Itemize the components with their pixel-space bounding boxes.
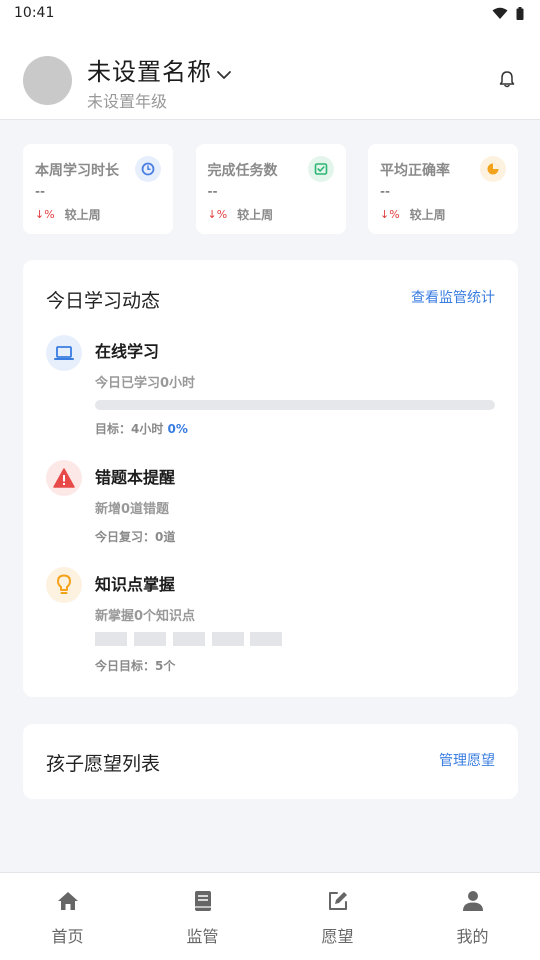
stat-value: -- <box>380 184 391 200</box>
stat-value: -- <box>35 184 46 200</box>
edit-icon <box>328 892 347 910</box>
knowledge-daily-goal: 今日目标：5个 <box>95 659 176 673</box>
home-icon <box>57 892 78 910</box>
today-activity-card: 今日学习动态 查看监管统计 在线学习 今日已学习0小时 目标：4小时 0% 错题… <box>23 260 518 697</box>
chevron-down-icon <box>217 70 231 79</box>
knowledge-placeholder-block <box>250 632 282 646</box>
arrow-down-icon: ↓ <box>35 208 45 221</box>
status-time: 10:41 <box>14 5 55 21</box>
stat-value: -- <box>207 184 218 200</box>
goal-percent: 0% <box>167 422 188 436</box>
tab-mine-label: 我的 <box>456 927 489 946</box>
stat-change-value: % <box>216 208 228 221</box>
goal-text: 目标：4小时 <box>95 422 168 436</box>
avatar[interactable] <box>23 56 72 105</box>
tab-supervision[interactable]: 监管 <box>135 873 270 960</box>
online-learning-summary: 今日已学习0小时 <box>95 376 196 391</box>
online-learning-progress-bar <box>95 400 495 410</box>
knowledge-placeholder-block <box>173 632 205 646</box>
battery-icon <box>516 6 524 20</box>
arrow-down-icon: ↓ <box>380 208 390 221</box>
wish-list-card: 孩子愿望列表 管理愿望 <box>23 724 518 799</box>
warning-icon <box>46 460 82 496</box>
stat-compare-label: 较上周 <box>64 208 101 222</box>
today-activity-title: 今日学习动态 <box>46 290 161 312</box>
online-learning-title: 在线学习 <box>95 342 160 361</box>
mistake-review-count: 今日复习：0道 <box>95 530 176 544</box>
mistake-book-title: 错题本提醒 <box>95 468 176 487</box>
knowledge-mastery-title: 知识点掌握 <box>95 575 176 594</box>
tab-wishes-label: 愿望 <box>321 927 354 946</box>
status-icons <box>492 6 524 20</box>
tab-home[interactable]: 首页 <box>0 873 135 960</box>
wifi-icon <box>492 7 508 19</box>
stat-title: 平均正确率 <box>380 163 450 179</box>
laptop-icon <box>46 335 82 371</box>
knowledge-placeholder-block <box>212 632 244 646</box>
view-supervision-stats-link[interactable]: 查看监管统计 <box>411 287 495 307</box>
status-bar: 10:41 <box>0 0 540 26</box>
stat-card-study-time[interactable]: 本周学习时长 -- ↓ % 较上周 <box>23 144 173 234</box>
profile-name-switcher[interactable]: 未设置名称 <box>87 52 232 87</box>
arrow-down-icon: ↓ <box>207 208 217 221</box>
stat-change: ↓ % 较上周 <box>380 206 446 223</box>
lightbulb-icon <box>46 567 82 603</box>
tab-mine[interactable]: 我的 <box>405 873 540 960</box>
stat-card-tasks[interactable]: 完成任务数 -- ↓ % 较上周 <box>195 144 346 234</box>
online-learning-goal: 目标：4小时 0% <box>95 420 188 437</box>
knowledge-mastery-summary: 新掌握0个知识点 <box>95 609 196 624</box>
tab-supervision-label: 监管 <box>186 927 219 946</box>
stat-compare-label: 较上周 <box>409 208 446 222</box>
stat-change-value: % <box>389 208 400 221</box>
mistake-book-summary: 新增0道错题 <box>95 502 170 517</box>
bell-icon[interactable] <box>498 70 516 88</box>
manage-wishes-link[interactable]: 管理愿望 <box>439 750 495 770</box>
stat-title: 完成任务数 <box>207 163 278 179</box>
profile-name: 未设置名称 <box>87 58 212 86</box>
profile-grade: 未设置年级 <box>87 92 168 111</box>
clock-icon <box>135 156 161 182</box>
profile-header: 未设置名称 未设置年级 <box>0 26 540 120</box>
book-icon <box>194 891 211 911</box>
bottom-tab-bar: 首页 监管 愿望 我的 <box>0 872 540 960</box>
stat-card-accuracy[interactable]: 平均正确率 -- ↓ % 较上周 <box>368 144 518 234</box>
task-check-icon <box>307 156 334 182</box>
wish-list-title: 孩子愿望列表 <box>46 753 161 775</box>
pie-chart-icon <box>480 156 506 182</box>
stats-row: 本周学习时长 -- ↓ % 较上周 完成任务数 -- ↓ % 较上周 平均正确率… <box>23 144 518 234</box>
stat-change-value: % <box>44 208 55 221</box>
user-icon <box>462 891 483 911</box>
stat-compare-label: 较上周 <box>237 208 274 222</box>
tab-wishes[interactable]: 愿望 <box>270 873 405 960</box>
knowledge-placeholder-block <box>134 632 166 646</box>
knowledge-placeholder-block <box>95 632 127 646</box>
stat-change: ↓ % 较上周 <box>35 206 101 223</box>
stat-title: 本周学习时长 <box>35 163 119 179</box>
stat-change: ↓ % 较上周 <box>208 206 274 223</box>
tab-home-label: 首页 <box>51 927 84 946</box>
